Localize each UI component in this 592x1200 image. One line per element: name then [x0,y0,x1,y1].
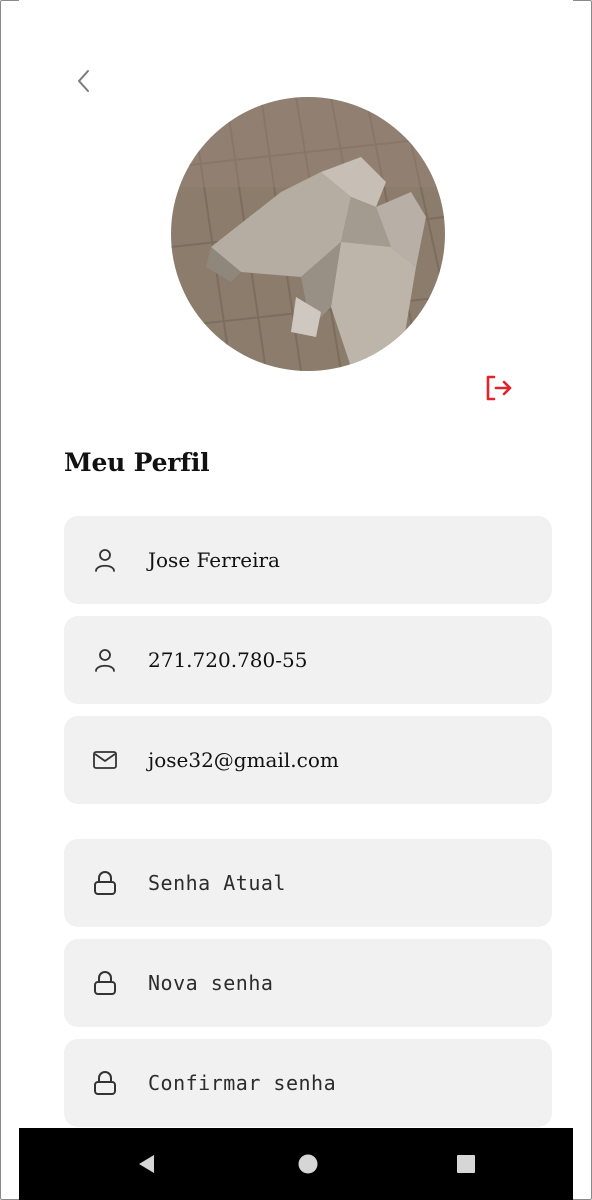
user-icon [90,545,120,575]
confirm-password-field[interactable]: Confirmar senha [64,1039,552,1127]
system-navigation-bar [19,1128,573,1200]
lock-icon [90,968,120,998]
nav-back-icon [139,1155,154,1173]
logout-icon [486,375,512,401]
nav-recents-button[interactable] [450,1148,482,1180]
mail-icon [90,745,120,775]
profile-screen: Meu Perfil Jose Ferreira 271.720.780-55 … [19,0,573,1200]
new-password-field[interactable]: Nova senha [64,939,552,1027]
name-field[interactable]: Jose Ferreira [64,516,552,604]
nav-back-button[interactable] [131,1148,163,1180]
lock-icon [90,868,120,898]
confirm-password-placeholder: Confirmar senha [148,1071,337,1095]
lock-icon [90,1068,120,1098]
logout-button[interactable] [483,372,515,404]
back-button[interactable] [69,64,99,98]
page-title: Meu Perfil [64,448,210,477]
nav-recents-icon [457,1155,475,1173]
nav-home-icon [298,1154,318,1174]
chevron-left-icon [78,70,89,92]
document-value: 271.720.780-55 [148,648,308,672]
email-field[interactable]: jose32@gmail.com [64,716,552,804]
email-value: jose32@gmail.com [148,748,339,772]
current-password-placeholder: Senha Atual [148,871,286,895]
avatar-photo [171,97,445,371]
new-password-placeholder: Nova senha [148,971,274,995]
profile-avatar[interactable] [171,97,445,371]
user-icon [90,645,120,675]
current-password-field[interactable]: Senha Atual [64,839,552,927]
nav-home-button[interactable] [292,1148,324,1180]
name-value: Jose Ferreira [148,548,280,572]
document-field[interactable]: 271.720.780-55 [64,616,552,704]
